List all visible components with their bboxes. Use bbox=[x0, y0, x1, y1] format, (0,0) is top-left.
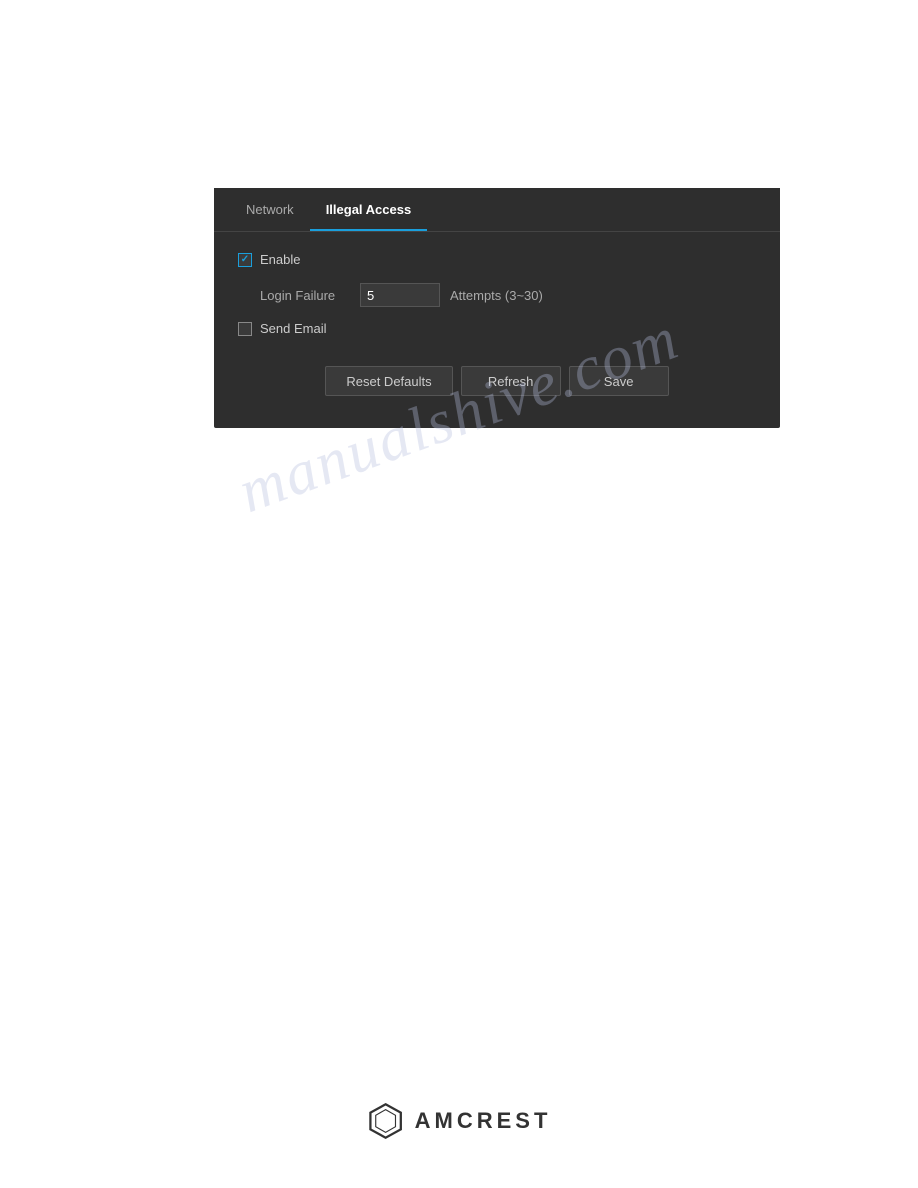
content-area: Enable Login Failure Attempts (3~30) Sen… bbox=[214, 232, 780, 428]
refresh-button[interactable]: Refresh bbox=[461, 366, 561, 396]
enable-row: Enable bbox=[238, 252, 756, 267]
send-email-checkbox[interactable] bbox=[238, 322, 252, 336]
send-email-label: Send Email bbox=[260, 321, 326, 336]
attempts-hint: Attempts (3~30) bbox=[450, 288, 543, 303]
tab-illegal-access[interactable]: Illegal Access bbox=[310, 190, 428, 231]
send-email-row: Send Email bbox=[238, 321, 756, 336]
dialog-panel: Network Illegal Access Enable Login Fail… bbox=[214, 188, 780, 428]
footer-logo: AMCREST bbox=[367, 1102, 552, 1140]
tab-network[interactable]: Network bbox=[230, 190, 310, 229]
amcrest-logo-icon bbox=[367, 1102, 405, 1140]
reset-defaults-button[interactable]: Reset Defaults bbox=[325, 366, 452, 396]
enable-label: Enable bbox=[260, 252, 300, 267]
login-failure-row: Login Failure Attempts (3~30) bbox=[260, 283, 756, 307]
login-failure-label: Login Failure bbox=[260, 288, 360, 303]
login-failure-input[interactable] bbox=[360, 283, 440, 307]
brand-name: AMCREST bbox=[415, 1108, 552, 1134]
tab-header: Network Illegal Access bbox=[214, 188, 780, 232]
enable-checkbox[interactable] bbox=[238, 253, 252, 267]
save-button[interactable]: Save bbox=[569, 366, 669, 396]
page-container: Network Illegal Access Enable Login Fail… bbox=[0, 0, 918, 1188]
buttons-row: Reset Defaults Refresh Save bbox=[238, 356, 756, 404]
